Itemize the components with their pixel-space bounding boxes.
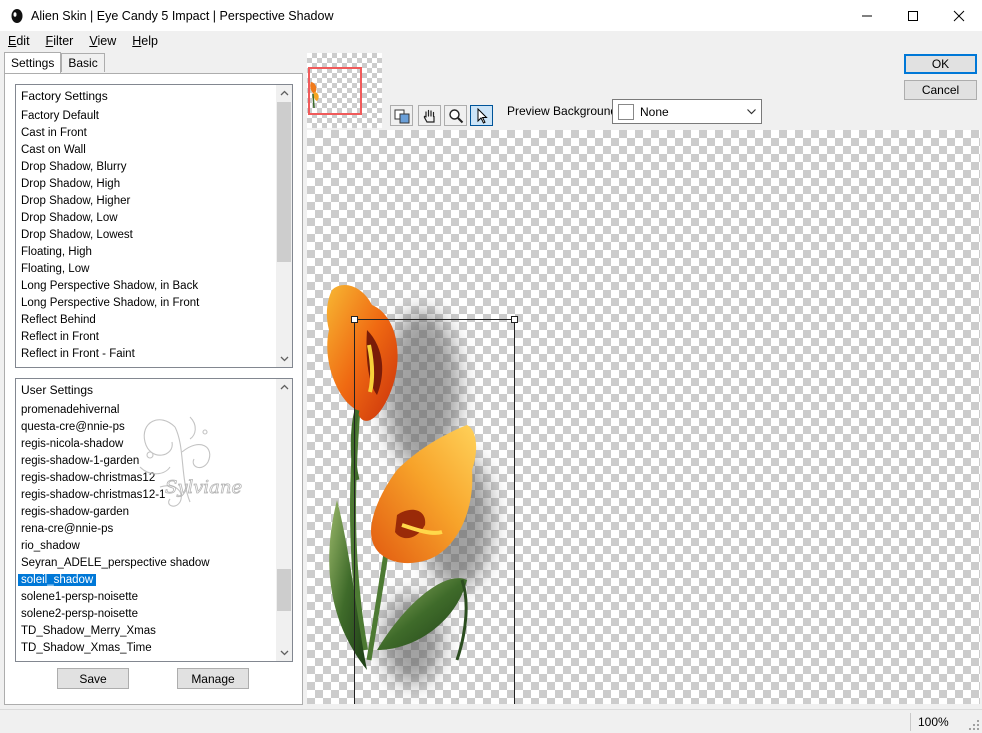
minimize-icon: [862, 15, 872, 16]
zoom-tool-button[interactable]: [444, 105, 467, 126]
scroll-down-button[interactable]: [276, 645, 292, 661]
sylviane-watermark: Sylviane: [139, 416, 243, 507]
status-separator: [910, 713, 911, 731]
navigator-viewport-frame[interactable]: [308, 67, 362, 115]
list-item[interactable]: Reflect in Front: [16, 329, 276, 346]
list-item[interactable]: Drop Shadow, Lowest: [16, 227, 276, 244]
preview-canvas[interactable]: [307, 130, 980, 704]
settings-panel: Factory Settings Factory Default Cast in…: [4, 73, 303, 705]
selection-bounding-box[interactable]: [354, 319, 515, 704]
factory-settings-header: Factory Settings: [21, 89, 108, 103]
menu-bar: Edit Filter View Help: [0, 31, 982, 51]
list-item[interactable]: TD_Shadow_Merry_Xmas: [16, 623, 276, 640]
preview-background-label: Preview Background:: [507, 104, 621, 118]
factory-scrollbar[interactable]: [276, 85, 292, 367]
list-item[interactable]: Cast on Wall: [16, 142, 276, 159]
menu-filter-label: ilter: [53, 34, 74, 48]
list-item[interactable]: Drop Shadow, High: [16, 176, 276, 193]
title-bar: Alien Skin | Eye Candy 5 Impact | Perspe…: [0, 0, 982, 31]
ok-button[interactable]: OK: [904, 54, 977, 74]
preview-background-value: None: [640, 104, 669, 119]
window-controls: [844, 0, 982, 31]
list-item[interactable]: solene1-persp-noisette: [16, 589, 276, 606]
list-item[interactable]: Drop Shadow, Blurry: [16, 159, 276, 176]
before-after-icon: [394, 109, 409, 123]
factory-settings-items: Factory Settings Factory Default Cast in…: [16, 85, 276, 367]
list-item[interactable]: Long Perspective Shadow, in Front: [16, 295, 276, 312]
close-icon: [953, 10, 965, 21]
navigator-thumbnail[interactable]: [307, 53, 382, 128]
pointer-tool-button[interactable]: [470, 105, 493, 126]
user-settings-header: User Settings: [21, 383, 94, 397]
list-item[interactable]: rio_shadow: [16, 538, 276, 555]
cancel-button[interactable]: Cancel: [904, 80, 977, 100]
maximize-button[interactable]: [890, 0, 936, 31]
chevron-up-icon: [280, 90, 288, 96]
menu-filter[interactable]: Filter: [38, 34, 82, 48]
menu-view-label: iew: [97, 34, 117, 48]
menu-help[interactable]: Help: [124, 34, 166, 48]
minimize-button[interactable]: [844, 0, 890, 31]
tab-settings[interactable]: Settings: [4, 52, 62, 73]
factory-scroll-thumb[interactable]: [277, 102, 291, 262]
maximize-icon: [908, 10, 918, 21]
list-item[interactable]: Reflect Behind: [16, 312, 276, 329]
chevron-up-icon: [280, 384, 288, 390]
selected-item-label: soleil_shadow: [18, 574, 97, 586]
window-title: Alien Skin | Eye Candy 5 Impact | Perspe…: [31, 8, 334, 23]
list-item[interactable]: Factory Default: [16, 108, 276, 125]
list-item-selected[interactable]: soleil_shadow: [16, 572, 276, 589]
arrow-pointer-icon: [477, 107, 488, 124]
sylviane-watermark-text: Sylviane: [165, 477, 242, 498]
hand-icon: [423, 109, 435, 123]
chevron-down-icon: [280, 356, 288, 362]
menu-edit-label: dit: [16, 34, 30, 48]
factory-settings-list[interactable]: Factory Settings Factory Default Cast in…: [15, 84, 293, 368]
settings-tabs: Settings Basic: [4, 52, 105, 73]
preview-background-select[interactable]: None: [612, 99, 762, 124]
hand-tool-button[interactable]: [418, 105, 441, 126]
background-swatch: [618, 103, 634, 120]
list-item[interactable]: Drop Shadow, Higher: [16, 193, 276, 210]
user-scrollbar[interactable]: [276, 379, 292, 661]
menu-view[interactable]: View: [81, 34, 124, 48]
scroll-up-button[interactable]: [276, 379, 292, 395]
zoom-level: 100%: [918, 715, 949, 729]
user-scroll-thumb[interactable]: [277, 569, 291, 611]
bounding-box-handle[interactable]: [351, 316, 358, 323]
scroll-down-button[interactable]: [276, 351, 292, 367]
list-item[interactable]: solene2-persp-noisette: [16, 606, 276, 623]
list-item[interactable]: TD_Shadow_Xmas_Time: [16, 640, 276, 657]
save-button[interactable]: Save: [57, 668, 129, 689]
list-item[interactable]: Floating, Low: [16, 261, 276, 278]
manage-button[interactable]: Manage: [177, 668, 249, 689]
close-button[interactable]: [936, 0, 982, 31]
list-item[interactable]: Long Perspective Shadow, in Back: [16, 278, 276, 295]
list-item[interactable]: Seyran_ADELE_perspective shadow: [16, 555, 276, 572]
menu-edit[interactable]: Edit: [0, 34, 38, 48]
chevron-down-icon: [747, 109, 756, 115]
resize-grip-icon[interactable]: [968, 719, 980, 731]
preview-toggle-button[interactable]: [390, 105, 413, 126]
status-bar: 100%: [0, 709, 982, 733]
chevron-down-icon: [280, 650, 288, 656]
bounding-box-handle[interactable]: [511, 316, 518, 323]
alien-skin-app-icon: [11, 8, 23, 23]
list-item[interactable]: Reflect in Front - Faint: [16, 346, 276, 363]
menu-help-label: elp: [141, 34, 158, 48]
zoom-icon: [448, 108, 463, 123]
list-item[interactable]: Floating, High: [16, 244, 276, 261]
list-item[interactable]: Cast in Front: [16, 125, 276, 142]
tab-basic[interactable]: Basic: [61, 53, 105, 72]
menu-help-mnemonic: H: [132, 34, 142, 48]
list-item[interactable]: Drop Shadow, Low: [16, 210, 276, 227]
user-settings-list[interactable]: User Settings promenadehivernal questa-c…: [15, 378, 293, 662]
scroll-up-button[interactable]: [276, 85, 292, 101]
